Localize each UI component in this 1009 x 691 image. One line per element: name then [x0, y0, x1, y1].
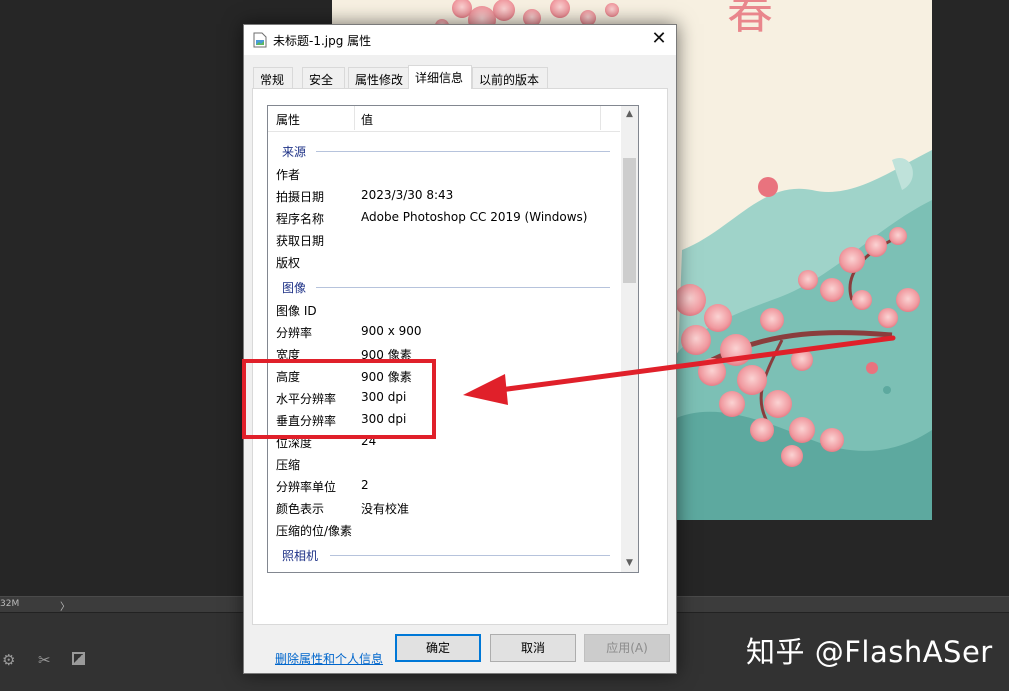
property-key: 压缩: [276, 458, 301, 472]
list-header: 属性 值: [268, 106, 620, 132]
group-label: 图像: [282, 281, 307, 295]
property-value: 没有校准: [361, 502, 410, 516]
transition-icon[interactable]: [72, 652, 85, 665]
property-value: Adobe Photoshop CC 2019 (Windows): [361, 210, 588, 224]
property-value: 2: [361, 478, 369, 492]
list-item[interactable]: 分辨率单位 2: [268, 475, 620, 497]
tab-security[interactable]: 安全: [302, 67, 345, 88]
property-key: 程序名称: [276, 212, 325, 226]
tab-details[interactable]: 详细信息: [408, 65, 472, 89]
image-file-icon: [253, 32, 267, 48]
close-button[interactable]: ✕: [642, 25, 676, 55]
group-divider: [316, 151, 610, 152]
tab-strip: 常规 安全 属性修改 详细信息 以前的版本: [253, 65, 673, 89]
group-label: 来源: [282, 145, 307, 159]
dialog-title: 未标题-1.jpg 属性: [273, 34, 372, 48]
list-item[interactable]: 拍摄日期 2023/3/30 8:43: [268, 185, 620, 207]
timeline-tools: ⚙ ✂: [0, 645, 110, 679]
watermark: 知乎 @FlashASer: [746, 635, 993, 669]
list-item[interactable]: 图像 ID: [268, 299, 620, 321]
property-key: 获取日期: [276, 234, 325, 248]
group-header-source: 来源: [268, 141, 620, 161]
column-header-property[interactable]: 属性: [276, 111, 300, 128]
scroll-thumb[interactable]: [623, 158, 636, 283]
apply-button[interactable]: 应用(A): [584, 634, 670, 662]
property-value: 900 x 900: [361, 324, 422, 338]
tab-property-modify[interactable]: 属性修改: [348, 67, 410, 88]
group-label: 照相机: [282, 549, 319, 563]
list-item[interactable]: 分辨率 900 x 900: [268, 321, 620, 343]
group-divider: [330, 555, 610, 556]
group-header-camera: 照相机: [268, 545, 620, 565]
property-key: 拍摄日期: [276, 190, 325, 204]
list-item[interactable]: 获取日期: [268, 229, 620, 251]
property-key: 压缩的位/像素: [276, 524, 353, 538]
scroll-down-arrow-icon[interactable]: ▼: [621, 555, 638, 572]
group-divider: [316, 287, 610, 288]
tab-general[interactable]: 常规: [253, 67, 293, 88]
scroll-up-arrow-icon[interactable]: ▲: [621, 106, 638, 123]
group-header-image: 图像: [268, 277, 620, 297]
title-bar: 未标题-1.jpg 属性 ✕: [244, 25, 676, 55]
status-expand-arrow[interactable]: 〉: [60, 598, 70, 613]
doc-size-readout: 32M: [0, 599, 20, 609]
property-key: 分辨率: [276, 326, 313, 340]
property-key: 版权: [276, 256, 301, 270]
property-key: 分辨率单位: [276, 480, 337, 494]
column-header-value[interactable]: 值: [361, 111, 373, 128]
property-value: 2023/3/30 8:43: [361, 188, 454, 202]
gear-icon[interactable]: ⚙: [2, 651, 15, 669]
property-list[interactable]: 属性 值 来源 作者 拍摄日期 2023/3/30 8:43 程序名称 Adobe …: [267, 105, 639, 573]
column-separator[interactable]: [600, 106, 601, 130]
list-item[interactable]: 颜色表示 没有校准: [268, 497, 620, 519]
highlight-box: [242, 359, 436, 439]
spring-character: 春: [727, 0, 773, 39]
property-key: 图像 ID: [276, 304, 317, 318]
list-item[interactable]: 版权: [268, 251, 620, 273]
remove-properties-link[interactable]: 删除属性和个人信息: [275, 650, 383, 667]
details-panel: 属性 值 来源 作者 拍摄日期 2023/3/30 8:43 程序名称 Adobe …: [252, 88, 668, 666]
list-item[interactable]: 压缩: [268, 453, 620, 475]
properties-dialog: 未标题-1.jpg 属性 ✕ 常规 安全 属性修改 详细信息 以前的版本 属性 …: [243, 24, 677, 674]
list-item[interactable]: 作者: [268, 163, 620, 185]
list-item[interactable]: 程序名称 Adobe Photoshop CC 2019 (Windows): [268, 207, 620, 229]
scissors-icon[interactable]: ✂: [38, 651, 51, 669]
cancel-button[interactable]: 取消: [490, 634, 576, 662]
ok-button[interactable]: 确定: [395, 634, 481, 662]
property-key: 颜色表示: [276, 502, 325, 516]
column-separator[interactable]: [354, 106, 355, 130]
vertical-scrollbar[interactable]: ▲ ▼: [621, 106, 638, 572]
tab-previous-versions[interactable]: 以前的版本: [472, 67, 548, 88]
property-key: 作者: [276, 168, 301, 182]
list-item[interactable]: 压缩的位/像素: [268, 519, 620, 541]
